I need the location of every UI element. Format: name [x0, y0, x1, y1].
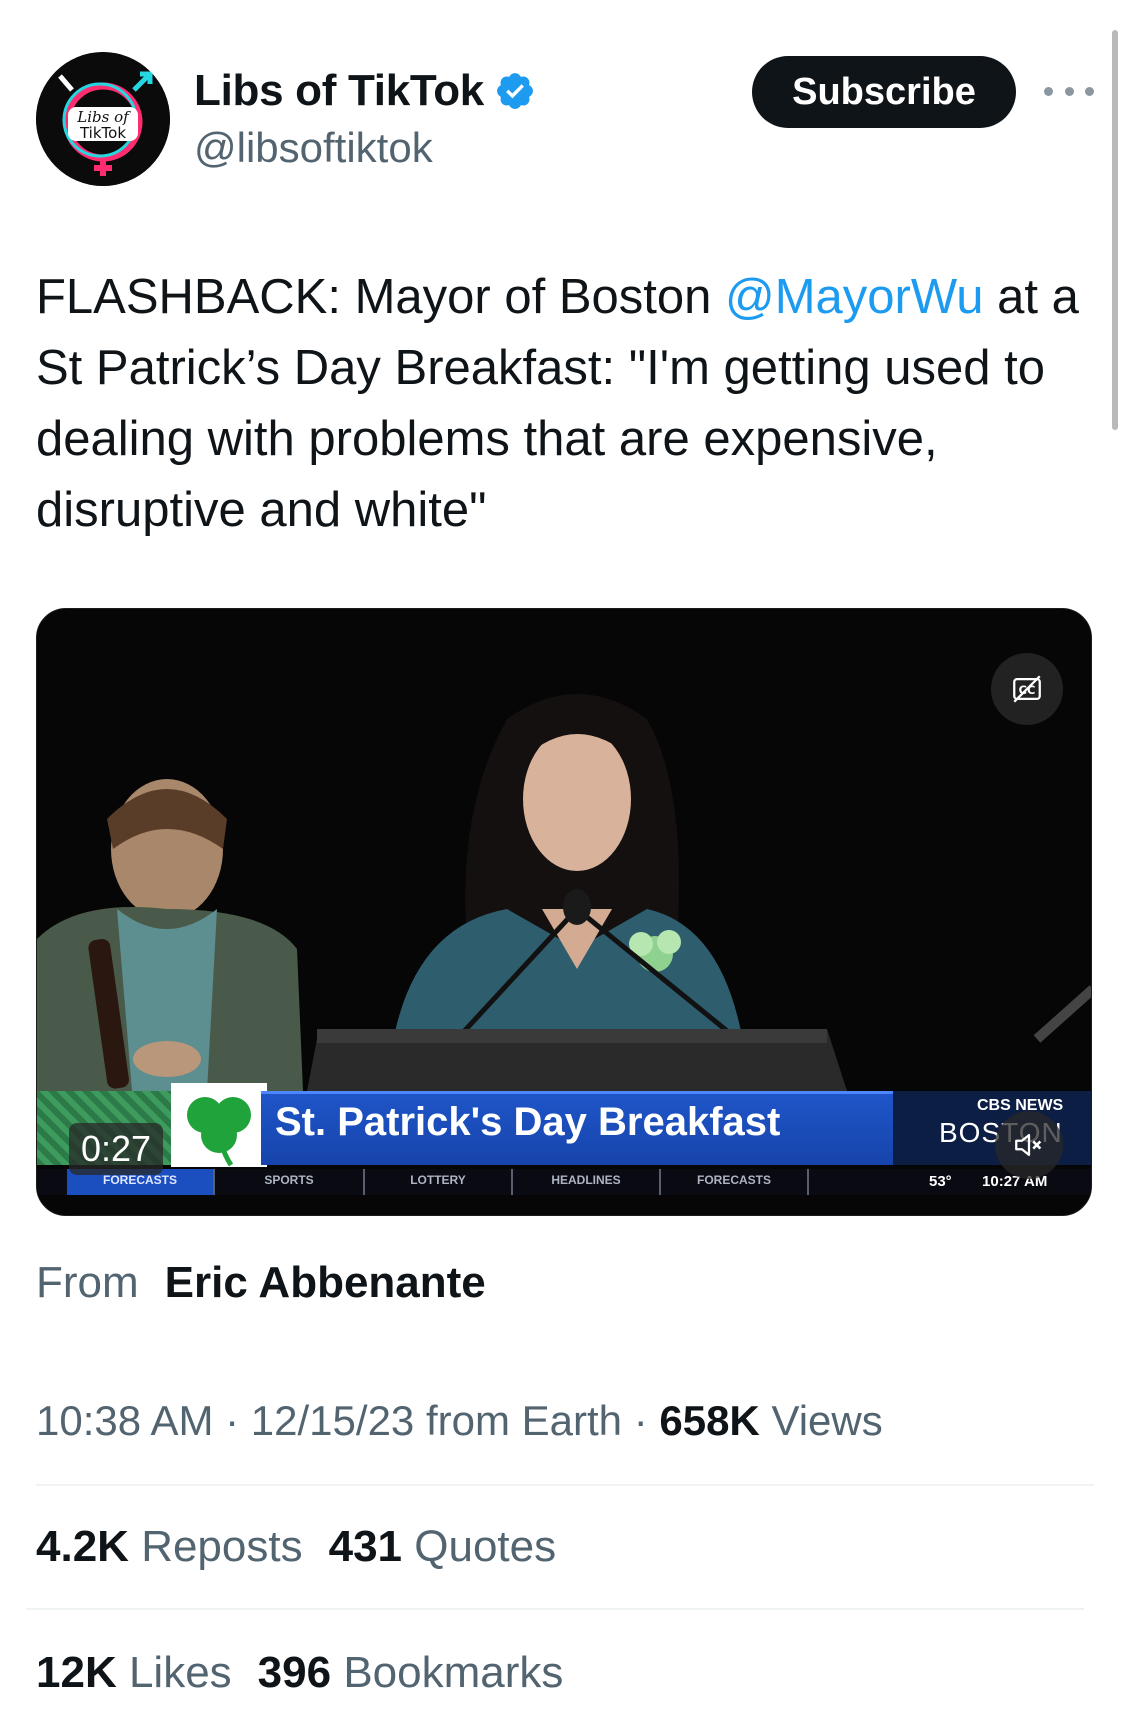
mute-button[interactable]	[995, 1111, 1063, 1179]
reposts-count: 4.2K	[36, 1522, 129, 1571]
closed-captions-icon: CC	[1013, 675, 1041, 703]
ticker-item: HEADLINES	[513, 1169, 661, 1195]
display-name-row[interactable]: Libs of TikTok	[194, 66, 536, 116]
reposts-label: Reposts	[141, 1522, 303, 1571]
shamrock-graphic	[171, 1083, 267, 1167]
from-label: From	[36, 1258, 139, 1307]
reposts-stat[interactable]: 4.2K Reposts	[36, 1522, 303, 1571]
verified-badge-icon	[497, 73, 533, 109]
tweet-time[interactable]: 10:38 AM	[36, 1397, 213, 1444]
temperature: 53°	[929, 1173, 952, 1190]
closed-captions-button[interactable]: CC	[991, 653, 1063, 725]
lower-third-banner: St. Patrick's Day Breakfast	[261, 1091, 893, 1165]
views-count: 658K	[659, 1397, 760, 1444]
tweet-metadata: 10:38 AM · 12/15/23 from Earth · 658K Vi…	[36, 1397, 883, 1444]
libs-of-tiktok-logo: Libs of TikTok	[36, 52, 170, 186]
quotes-count: 431	[328, 1522, 403, 1571]
video-attribution: From Eric Abbenante	[36, 1258, 486, 1308]
like-bookmark-stats: 12K Likes 396 Bookmarks	[36, 1648, 563, 1698]
likes-label: Likes	[128, 1648, 232, 1697]
mention-link[interactable]: @MayorWu	[725, 270, 984, 324]
profile-avatar[interactable]: Libs of TikTok	[36, 52, 170, 186]
repost-quote-stats: 4.2K Reposts 431 Quotes	[36, 1522, 556, 1572]
shamrock-icon	[187, 1097, 251, 1167]
divider	[26, 1608, 1084, 1610]
ticker-item: SPORTS	[215, 1169, 365, 1195]
divider	[36, 1484, 1094, 1486]
bookmarks-stat[interactable]: 396 Bookmarks	[258, 1648, 564, 1697]
muted-speaker-icon	[1015, 1133, 1042, 1157]
tweet-text: FLASHBACK: Mayor of Boston @MayorWu at a…	[36, 262, 1096, 546]
likes-stat[interactable]: 12K Likes	[36, 1648, 232, 1697]
bookmarks-label: Bookmarks	[343, 1648, 564, 1697]
tweet-text-start: FLASHBACK: Mayor of Boston	[36, 270, 725, 324]
account-handle[interactable]: @libsoftiktok	[194, 124, 433, 172]
likes-count: 12K	[36, 1648, 117, 1697]
ticker-spacer	[37, 1169, 67, 1195]
video-duration: 0:27	[69, 1123, 164, 1175]
network-logo: CBS NEWS BOSTON	[893, 1091, 1091, 1165]
tweet-date[interactable]: 12/15/23	[251, 1397, 415, 1444]
bookmarks-count: 396	[257, 1648, 332, 1697]
ticker-item: LOTTERY	[365, 1169, 513, 1195]
tweet-source: from Earth	[425, 1397, 623, 1444]
quotes-stat[interactable]: 431 Quotes	[329, 1522, 557, 1571]
svg-text:TikTok: TikTok	[79, 124, 126, 142]
display-name[interactable]: Libs of TikTok	[194, 66, 484, 116]
video-player[interactable]: CC St. Patrick's Day Breakfast CBS NEWS …	[36, 608, 1092, 1216]
more-options-icon[interactable]	[1044, 76, 1094, 106]
banner-title: St. Patrick's Day Breakfast	[275, 1100, 781, 1144]
views-label: Views	[771, 1397, 883, 1444]
attribution-name[interactable]: Eric Abbenante	[165, 1258, 486, 1307]
quotes-label: Quotes	[414, 1522, 557, 1571]
scrollbar[interactable]	[1112, 30, 1118, 430]
ticker-item: FORECASTS	[661, 1169, 809, 1195]
subscribe-button[interactable]: Subscribe	[752, 56, 1016, 128]
